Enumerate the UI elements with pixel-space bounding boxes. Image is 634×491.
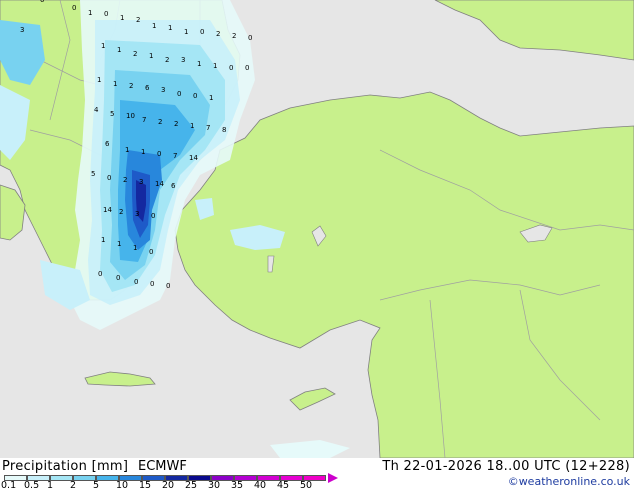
precipitation-value: 1 [125,146,129,154]
precipitation-value: 1 [120,14,124,22]
color-scale-tick-label: 50 [300,480,313,491]
precipitation-value: 2 [133,50,137,58]
precipitation-value: 0 [245,64,249,72]
precipitation-value: 3 [135,210,139,218]
precipitation-value: 14 [155,180,164,188]
color-scale-tick-label: 35 [231,480,244,491]
model-label: ECMWF [138,459,187,474]
precipitation-value: 2 [123,176,127,184]
precipitation-value: 1 [88,9,92,17]
precipitation-value: 10 [126,112,135,120]
precipitation-value: 0 [104,10,108,18]
precipitation-value: 0 [150,280,154,288]
precipitation-value: 0 [40,0,44,4]
precipitation-value: 1 [213,62,217,70]
precipitation-value: 1 [209,94,213,102]
precipitation-value: 2 [165,56,169,64]
precipitation-value: 1 [149,52,153,60]
color-scale-tick-label: 30 [208,480,221,491]
precipitation-value: 7 [173,152,177,160]
color-scale-tick-label: 10 [116,480,129,491]
precipitation-value: 2 [119,208,123,216]
precipitation-value: 3 [181,56,185,64]
color-scale-tick-label: 20 [162,480,175,491]
precipitation-value: 7 [206,124,210,132]
precipitation-value: 0 [193,92,197,100]
precipitation-value: 1 [141,148,145,156]
precipitation-value: 1 [168,24,172,32]
color-scale-tick-label: 2 [70,480,77,491]
precipitation-value: 1 [197,60,201,68]
precipitation-value: 0 [116,274,120,282]
precipitation-value: 2 [232,32,236,40]
precipitation-value: 0 [151,212,155,220]
precipitation-value: 1 [97,76,101,84]
precipitation-value: 0 [72,4,76,12]
precipitation-value: 1 [117,240,121,248]
color-scale-tick-label: 40 [254,480,267,491]
precipitation-value: 1 [133,244,137,252]
precipitation-value: 3 [139,178,143,186]
precipitation-value: 6 [105,140,110,148]
map-title: Precipitation [mm] [2,459,129,474]
precipitation-value: 0 [107,174,111,182]
precipitation-value: 1 [184,28,188,36]
precipitation-value: 1 [101,236,105,244]
precipitation-value: 2 [158,118,162,126]
precipitation-value: 0 [134,278,138,286]
color-scale-tick-label: 0.1 [1,480,17,491]
precipitation-value: 0 [98,270,102,278]
precipitation-value: 1 [117,46,121,54]
color-scale-tick-label: 1 [47,480,54,491]
precipitation-value: 3 [20,26,24,34]
precipitation-value: 0 [149,248,153,256]
precipitation-value: 2 [216,30,220,38]
precipitation-value: 0 [200,28,204,36]
precipitation-value: 14 [103,206,112,214]
precipitation-value: 0 [248,34,252,42]
valid-datetime: Th 22-01-2026 18..00 UTC (12+228) [382,459,630,474]
precipitation-value: 6 [171,182,176,190]
precipitation-value: 2 [136,16,140,24]
precipitation-value: 1 [101,42,105,50]
precipitation-value: 0 [166,282,170,290]
precipitation-value: 4 [94,106,99,114]
color-scale-tick-label: 25 [185,480,198,491]
color-scale-tick-label: 45 [277,480,290,491]
precipitation-map: 001 0 1 21 1 1 0 2 2 031 1 2 1 2 3 1 1 0 01 1 2 6 3 0 0 14 5 10 7 2 2 1… [0,0,634,458]
color-scale-labels: 0.1 0.5 1 2 5 10 15 20 25 30 35 40 45 50 [0,480,634,491]
precipitation-value: 5 [110,110,114,118]
color-scale-tick-label: 15 [139,480,152,491]
color-scale-tick-label: 0.5 [24,480,40,491]
precipitation-value: 8 [222,126,226,134]
precipitation-value: 6 [145,84,150,92]
precipitation-value: 14 [189,154,198,162]
precipitation-value: 1 [190,122,194,130]
precipitation-value: 0 [177,90,181,98]
precipitation-value: 1 [113,80,117,88]
precipitation-value: 0 [157,150,161,158]
precipitation-value: 0 [229,64,233,72]
precipitation-value: 2 [174,120,178,128]
precipitation-value: 2 [129,82,133,90]
precipitation-value: 3 [161,86,165,94]
color-scale-tick-label: 5 [93,480,100,491]
precipitation-value: 1 [152,22,156,30]
precipitation-value: 5 [91,170,95,178]
precipitation-value: 7 [142,116,146,124]
